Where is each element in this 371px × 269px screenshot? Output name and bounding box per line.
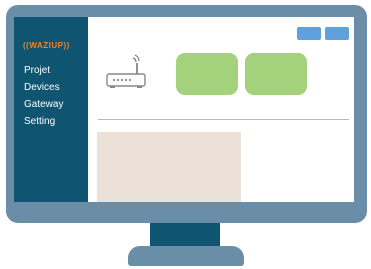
green-card-2[interactable] [245, 53, 307, 95]
divider [98, 119, 349, 120]
waziup-logo: ((WAZIUP)) [23, 41, 70, 50]
monitor-neck [150, 223, 220, 248]
sidebar-item-gateway[interactable]: Gateway [24, 96, 63, 113]
content-panel [97, 132, 241, 202]
logo-text: WAZIUP [29, 41, 64, 50]
screen: ((WAZIUP)) Projet Devices Gateway Settin… [14, 17, 354, 202]
sidebar-item-setting[interactable]: Setting [24, 113, 63, 130]
main-content [88, 17, 354, 202]
sidebar-item-projet[interactable]: Projet [24, 62, 63, 79]
monitor-frame: ((WAZIUP)) Projet Devices Gateway Settin… [6, 5, 367, 223]
sidebar: ((WAZIUP)) Projet Devices Gateway Settin… [14, 17, 88, 202]
sidebar-nav: Projet Devices Gateway Setting [24, 62, 63, 130]
router-icon [106, 54, 146, 88]
action-button-2[interactable] [325, 27, 349, 40]
action-button-1[interactable] [297, 27, 321, 40]
green-card-1[interactable] [176, 53, 238, 95]
monitor-base [128, 246, 244, 266]
logo-right-mark: )) [63, 41, 70, 50]
sidebar-item-devices[interactable]: Devices [24, 79, 63, 96]
